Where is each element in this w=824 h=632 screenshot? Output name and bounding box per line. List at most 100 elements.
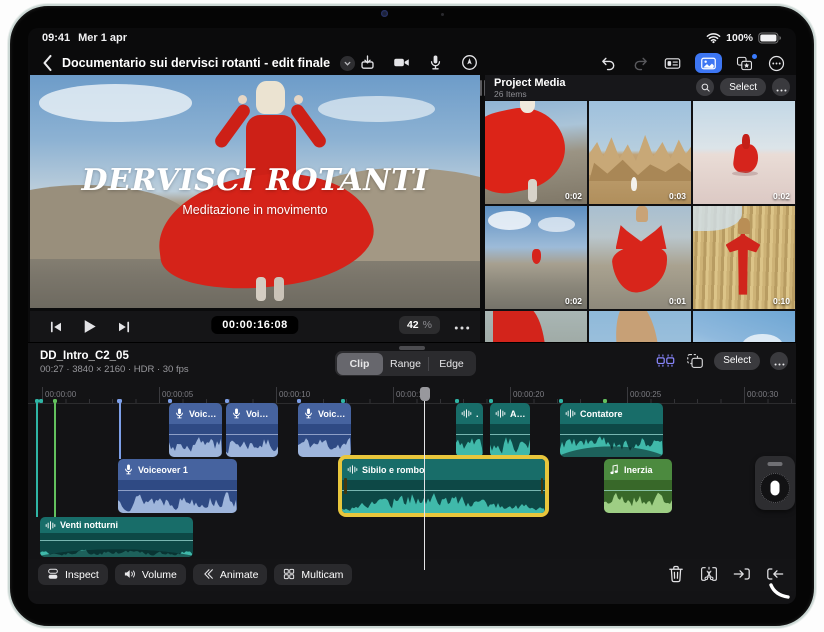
wifi-icon xyxy=(706,32,721,44)
chevron-down-icon xyxy=(343,55,352,73)
viewer-title-overlay: DERVISCI ROTANTI xyxy=(30,163,480,198)
viewer-more-button[interactable] xyxy=(454,320,470,330)
clip-label: Voiceover 3 xyxy=(318,409,346,419)
playhead-handle[interactable] xyxy=(420,387,430,401)
video-viewer[interactable]: DERVISCI ROTANTI Meditazione in moviment… xyxy=(30,75,480,308)
media-item[interactable]: 0:02 xyxy=(693,101,795,204)
clip-label: Voiceover 2 xyxy=(246,409,273,419)
media-item[interactable]: 0:01 xyxy=(589,206,691,309)
clips-star-button[interactable] xyxy=(735,54,754,73)
timeline-clip[interactable]: Alto... xyxy=(490,403,530,457)
clip-volume-line[interactable] xyxy=(342,490,545,491)
overlap-clips-icon[interactable] xyxy=(685,351,704,370)
note-small-icon xyxy=(609,464,620,475)
tool-label: Volume xyxy=(142,569,177,581)
ruler-tick-label: 00:00:25 xyxy=(630,390,661,399)
clip-volume-line[interactable] xyxy=(298,434,351,435)
timeline-toolbar: Inspect Volume Animate Multicam xyxy=(28,559,796,591)
append-clip-button[interactable] xyxy=(732,564,751,583)
clip-volume-line[interactable] xyxy=(604,490,672,491)
inspector-button[interactable] xyxy=(663,54,682,73)
timeline-clip[interactable]: Voiceover 1 xyxy=(118,459,237,513)
timeline-tools: Inspect Volume Animate Multicam xyxy=(38,564,352,585)
viewer-zoom-control[interactable]: 42% xyxy=(399,316,440,334)
timeline-more-button[interactable] xyxy=(770,352,788,370)
split-button[interactable] xyxy=(699,564,718,583)
magnetic-timeline-icon[interactable] xyxy=(656,351,675,370)
back-button[interactable] xyxy=(40,54,54,72)
clip-duration: 0:01 xyxy=(669,296,686,306)
project-title: Documentario sui dervisci rotanti - edit… xyxy=(62,56,330,70)
export-button[interactable] xyxy=(358,53,377,72)
segment-clip[interactable]: Clip xyxy=(337,353,383,375)
appbar-left-icons xyxy=(358,53,479,72)
media-item[interactable]: 0:03 xyxy=(589,101,691,204)
undo-button[interactable] xyxy=(599,54,618,73)
media-browser-button[interactable] xyxy=(695,53,722,73)
media-item[interactable] xyxy=(693,311,795,342)
mic-small-icon xyxy=(123,464,134,475)
clip-volume-line[interactable] xyxy=(490,434,530,435)
wave-small-icon xyxy=(461,408,472,419)
trash-button[interactable] xyxy=(666,564,685,583)
media-more-button[interactable] xyxy=(772,78,790,96)
timeline-clip[interactable]: Voiceover 3 xyxy=(298,403,351,457)
segment-range[interactable]: Range xyxy=(383,353,429,375)
wave-small-icon xyxy=(565,408,576,419)
animate-button[interactable]: Animate xyxy=(193,564,268,585)
timeline-clip[interactable]: Voiceover 2 xyxy=(226,403,278,457)
skip-back-button[interactable] xyxy=(46,317,65,336)
inspect-icon xyxy=(47,568,60,581)
skip-forward-button[interactable] xyxy=(114,317,133,336)
play-button[interactable] xyxy=(80,317,99,336)
clip-volume-line[interactable] xyxy=(169,434,222,435)
clip-label: Voiceover 1 xyxy=(138,465,188,475)
camera-button[interactable] xyxy=(392,53,411,72)
project-media-panel: Project Media 26 Items Select 0:020:030:… xyxy=(485,75,796,342)
clip-volume-line[interactable] xyxy=(118,490,237,491)
clip-duration: 0:02 xyxy=(565,296,582,306)
timeline-drag-handle[interactable] xyxy=(399,346,425,350)
timeline-actions xyxy=(666,564,784,583)
clip-volume-line[interactable] xyxy=(560,434,663,435)
app-toolbar: Documentario sui dervisci rotanti - edit… xyxy=(28,49,796,77)
jog-wheel[interactable] xyxy=(755,456,795,510)
timeline-clip[interactable]: Sibilo e rombo xyxy=(342,459,545,513)
mic-button[interactable] xyxy=(426,53,445,72)
timeline-ruler[interactable]: 00:00:0000:00:0500:00:1000:00:1500:00:20… xyxy=(28,386,796,404)
transport-bar: 00:00:16:08 42% xyxy=(30,311,480,342)
pencil-button[interactable] xyxy=(460,53,479,72)
media-item[interactable] xyxy=(485,311,587,342)
clip-volume-line[interactable] xyxy=(40,540,193,541)
media-item[interactable]: 0:10 xyxy=(693,206,795,309)
clip-volume-line[interactable] xyxy=(226,434,278,435)
volume-button[interactable]: Volume xyxy=(115,564,186,585)
timeline-clip[interactable]: Inerzia xyxy=(604,459,672,513)
media-item[interactable]: 0:02 xyxy=(485,101,587,204)
media-select-button[interactable]: Select xyxy=(720,78,766,96)
inspect-button[interactable]: Inspect xyxy=(38,564,108,585)
timeline-clip[interactable]: Voiceover 2 xyxy=(169,403,222,457)
multicam-button[interactable]: Multicam xyxy=(274,564,352,585)
media-item[interactable] xyxy=(589,311,691,342)
battery-percent: 100% xyxy=(726,32,753,44)
timeline-clip[interactable]: ... xyxy=(456,403,483,457)
more-button[interactable] xyxy=(767,54,786,73)
timeline-tracks: Voiceover 2 Voiceover 2 Voiceover 3... Alto… xyxy=(28,403,796,559)
timeline-select-button[interactable]: Select xyxy=(714,352,760,370)
timeline-clip[interactable]: Venti notturni xyxy=(40,517,193,557)
zoom-unit: % xyxy=(423,319,432,331)
timeline-clip[interactable]: Contatore xyxy=(560,403,663,457)
battery-icon xyxy=(758,32,782,44)
search-button[interactable] xyxy=(696,78,714,96)
title-menu-button[interactable] xyxy=(340,56,355,71)
clip-marker-dot xyxy=(53,399,57,403)
clip-volume-line[interactable] xyxy=(456,434,483,435)
tool-label: Inspect xyxy=(65,569,99,581)
media-grid: 0:020:030:020:020:010:10 xyxy=(485,101,796,342)
redo-button[interactable] xyxy=(631,54,650,73)
segment-edge[interactable]: Edge xyxy=(429,353,475,375)
clip-connection-line xyxy=(36,403,38,517)
media-item[interactable]: 0:02 xyxy=(485,206,587,309)
clip-label: Sibilo e rombo xyxy=(362,465,425,475)
